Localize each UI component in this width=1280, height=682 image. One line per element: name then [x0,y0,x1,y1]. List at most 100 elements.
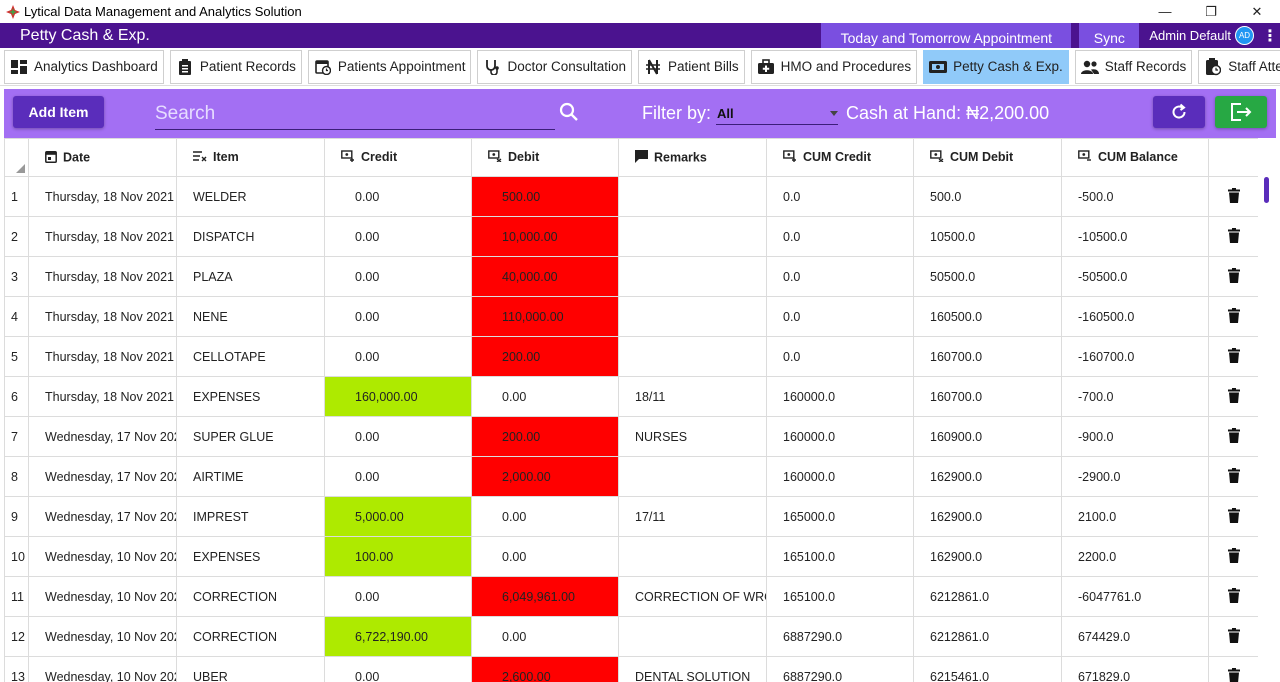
cell-remarks[interactable] [618,256,767,297]
cell-date[interactable]: Thursday, 18 Nov 2021 [28,296,177,337]
sync-button[interactable]: Sync [1079,23,1140,48]
cell-credit[interactable]: 0.00 [324,456,472,497]
cell-item[interactable]: CORRECTION [176,576,325,617]
close-icon[interactable]: ✕ [1234,0,1280,23]
table-row[interactable]: 10 Wednesday, 10 Nov 202 EXPENSES 100.00 0.0… [4,536,1258,577]
cell-debit[interactable]: 0.00 [471,616,619,657]
minimize-icon[interactable]: — [1142,0,1188,23]
col-header-item[interactable]: Item [176,138,325,177]
table-row[interactable]: 9 Wednesday, 17 Nov 202 IMPREST 5,000.00 0.0… [4,496,1258,537]
cell-item[interactable]: PLAZA [176,256,325,297]
cell-item[interactable]: UBER [176,656,325,682]
cell-date[interactable]: Thursday, 18 Nov 2021 [28,336,177,377]
col-header-cum-credit[interactable]: CUM Credit [766,138,914,177]
cell-debit[interactable]: 40,000.00 [471,256,619,297]
cell-debit[interactable]: 6,049,961.00 [471,576,619,617]
cell-date[interactable]: Thursday, 18 Nov 2021 [28,376,177,417]
delete-row-button[interactable] [1208,336,1258,377]
col-header-cum-debit[interactable]: CUM Debit [913,138,1062,177]
delete-row-button[interactable] [1208,616,1258,657]
tab-petty-cash[interactable]: Petty Cash & Exp. [923,49,1069,84]
delete-row-button[interactable] [1208,456,1258,497]
cell-item[interactable]: SUPER GLUE [176,416,325,457]
appointments-button[interactable]: Today and Tomorrow Appointment [821,23,1072,48]
tab-patient-records[interactable]: Patient Records [169,49,302,84]
user-menu[interactable]: Admin Default AD [1143,23,1260,48]
cell-date[interactable]: Wednesday, 17 Nov 202 [28,416,177,457]
export-button[interactable] [1215,96,1267,128]
cell-credit[interactable]: 0.00 [324,256,472,297]
delete-row-button[interactable] [1208,216,1258,257]
cell-debit[interactable]: 500.00 [471,176,619,217]
cell-date[interactable]: Thursday, 18 Nov 2021 [28,176,177,217]
table-row[interactable]: 8 Wednesday, 17 Nov 202 AIRTIME 0.00 2,000.0… [4,456,1258,497]
col-header-debit[interactable]: Debit [471,138,619,177]
cell-remarks[interactable] [618,616,767,657]
tab-staff-attendance[interactable]: Staff Attendance [1198,49,1280,84]
select-all-corner[interactable] [4,138,29,177]
delete-row-button[interactable] [1208,416,1258,457]
tab-staff-records[interactable]: Staff Records [1074,49,1193,84]
vertical-scrollbar[interactable] [1264,177,1269,203]
delete-row-button[interactable] [1208,496,1258,537]
cell-debit[interactable]: 0.00 [471,536,619,577]
filter-select[interactable]: All [716,103,838,125]
cell-remarks[interactable]: 17/11 [618,496,767,537]
cell-remarks[interactable]: CORRECTION OF WRON [618,576,767,617]
cell-debit[interactable]: 200.00 [471,416,619,457]
delete-row-button[interactable] [1208,376,1258,417]
cell-debit[interactable]: 2,600.00 [471,656,619,682]
cell-item[interactable]: NENE [176,296,325,337]
cell-remarks[interactable] [618,296,767,337]
delete-row-button[interactable] [1208,576,1258,617]
search-icon[interactable] [559,102,579,122]
cell-date[interactable]: Wednesday, 10 Nov 202 [28,576,177,617]
tab-analytics-dashboard[interactable]: Analytics Dashboard [4,49,164,84]
table-row[interactable]: 3 Thursday, 18 Nov 2021 PLAZA 0.00 40,000.00… [4,256,1258,297]
cell-item[interactable]: DISPATCH [176,216,325,257]
table-row[interactable]: 5 Thursday, 18 Nov 2021 CELLOTAPE 0.00 200.0… [4,336,1258,377]
cell-item[interactable]: CELLOTAPE [176,336,325,377]
delete-row-button[interactable] [1208,536,1258,577]
cell-credit[interactable]: 0.00 [324,416,472,457]
cell-date[interactable]: Wednesday, 17 Nov 202 [28,496,177,537]
cell-date[interactable]: Wednesday, 17 Nov 202 [28,456,177,497]
cell-credit[interactable]: 0.00 [324,576,472,617]
table-row[interactable]: 2 Thursday, 18 Nov 2021 DISPATCH 0.00 10,000… [4,216,1258,257]
cell-debit[interactable]: 110,000.00 [471,296,619,337]
table-row[interactable]: 6 Thursday, 18 Nov 2021 EXPENSES 160,000.00… [4,376,1258,417]
cell-remarks[interactable] [618,216,767,257]
refresh-button[interactable] [1153,96,1205,128]
cell-credit[interactable]: 5,000.00 [324,496,472,537]
col-header-date[interactable]: Date [28,138,177,177]
table-row[interactable]: 4 Thursday, 18 Nov 2021 NENE 0.00 110,000.00… [4,296,1258,337]
cell-remarks[interactable] [618,536,767,577]
cell-credit[interactable]: 0.00 [324,176,472,217]
cell-remarks[interactable]: NURSES [618,416,767,457]
cell-remarks[interactable] [618,176,767,217]
cell-credit[interactable]: 0.00 [324,296,472,337]
cell-remarks[interactable]: 18/11 [618,376,767,417]
cell-debit[interactable]: 2,000.00 [471,456,619,497]
col-header-cum-balance[interactable]: CUM Balance [1061,138,1209,177]
table-row[interactable]: 7 Wednesday, 17 Nov 202 SUPER GLUE 0.00 200.… [4,416,1258,457]
cell-item[interactable]: CORRECTION [176,616,325,657]
cell-date[interactable]: Wednesday, 10 Nov 202 [28,656,177,682]
cell-debit[interactable]: 0.00 [471,496,619,537]
cell-item[interactable]: EXPENSES [176,536,325,577]
search-input[interactable] [155,99,515,125]
cell-debit[interactable]: 0.00 [471,376,619,417]
cell-credit[interactable]: 0.00 [324,216,472,257]
cell-debit[interactable]: 10,000.00 [471,216,619,257]
cell-credit[interactable]: 0.00 [324,336,472,377]
cell-credit[interactable]: 100.00 [324,536,472,577]
cell-credit[interactable]: 6,722,190.00 [324,616,472,657]
cell-debit[interactable]: 200.00 [471,336,619,377]
delete-row-button[interactable] [1208,656,1258,682]
table-row[interactable]: 12 Wednesday, 10 Nov 202 CORRECTION 6,722,1… [4,616,1258,657]
cell-date[interactable]: Thursday, 18 Nov 2021 [28,216,177,257]
delete-row-button[interactable] [1208,256,1258,297]
delete-row-button[interactable] [1208,176,1258,217]
col-header-remarks[interactable]: Remarks [618,138,767,177]
cell-remarks[interactable]: DENTAL SOLUTION [618,656,767,682]
